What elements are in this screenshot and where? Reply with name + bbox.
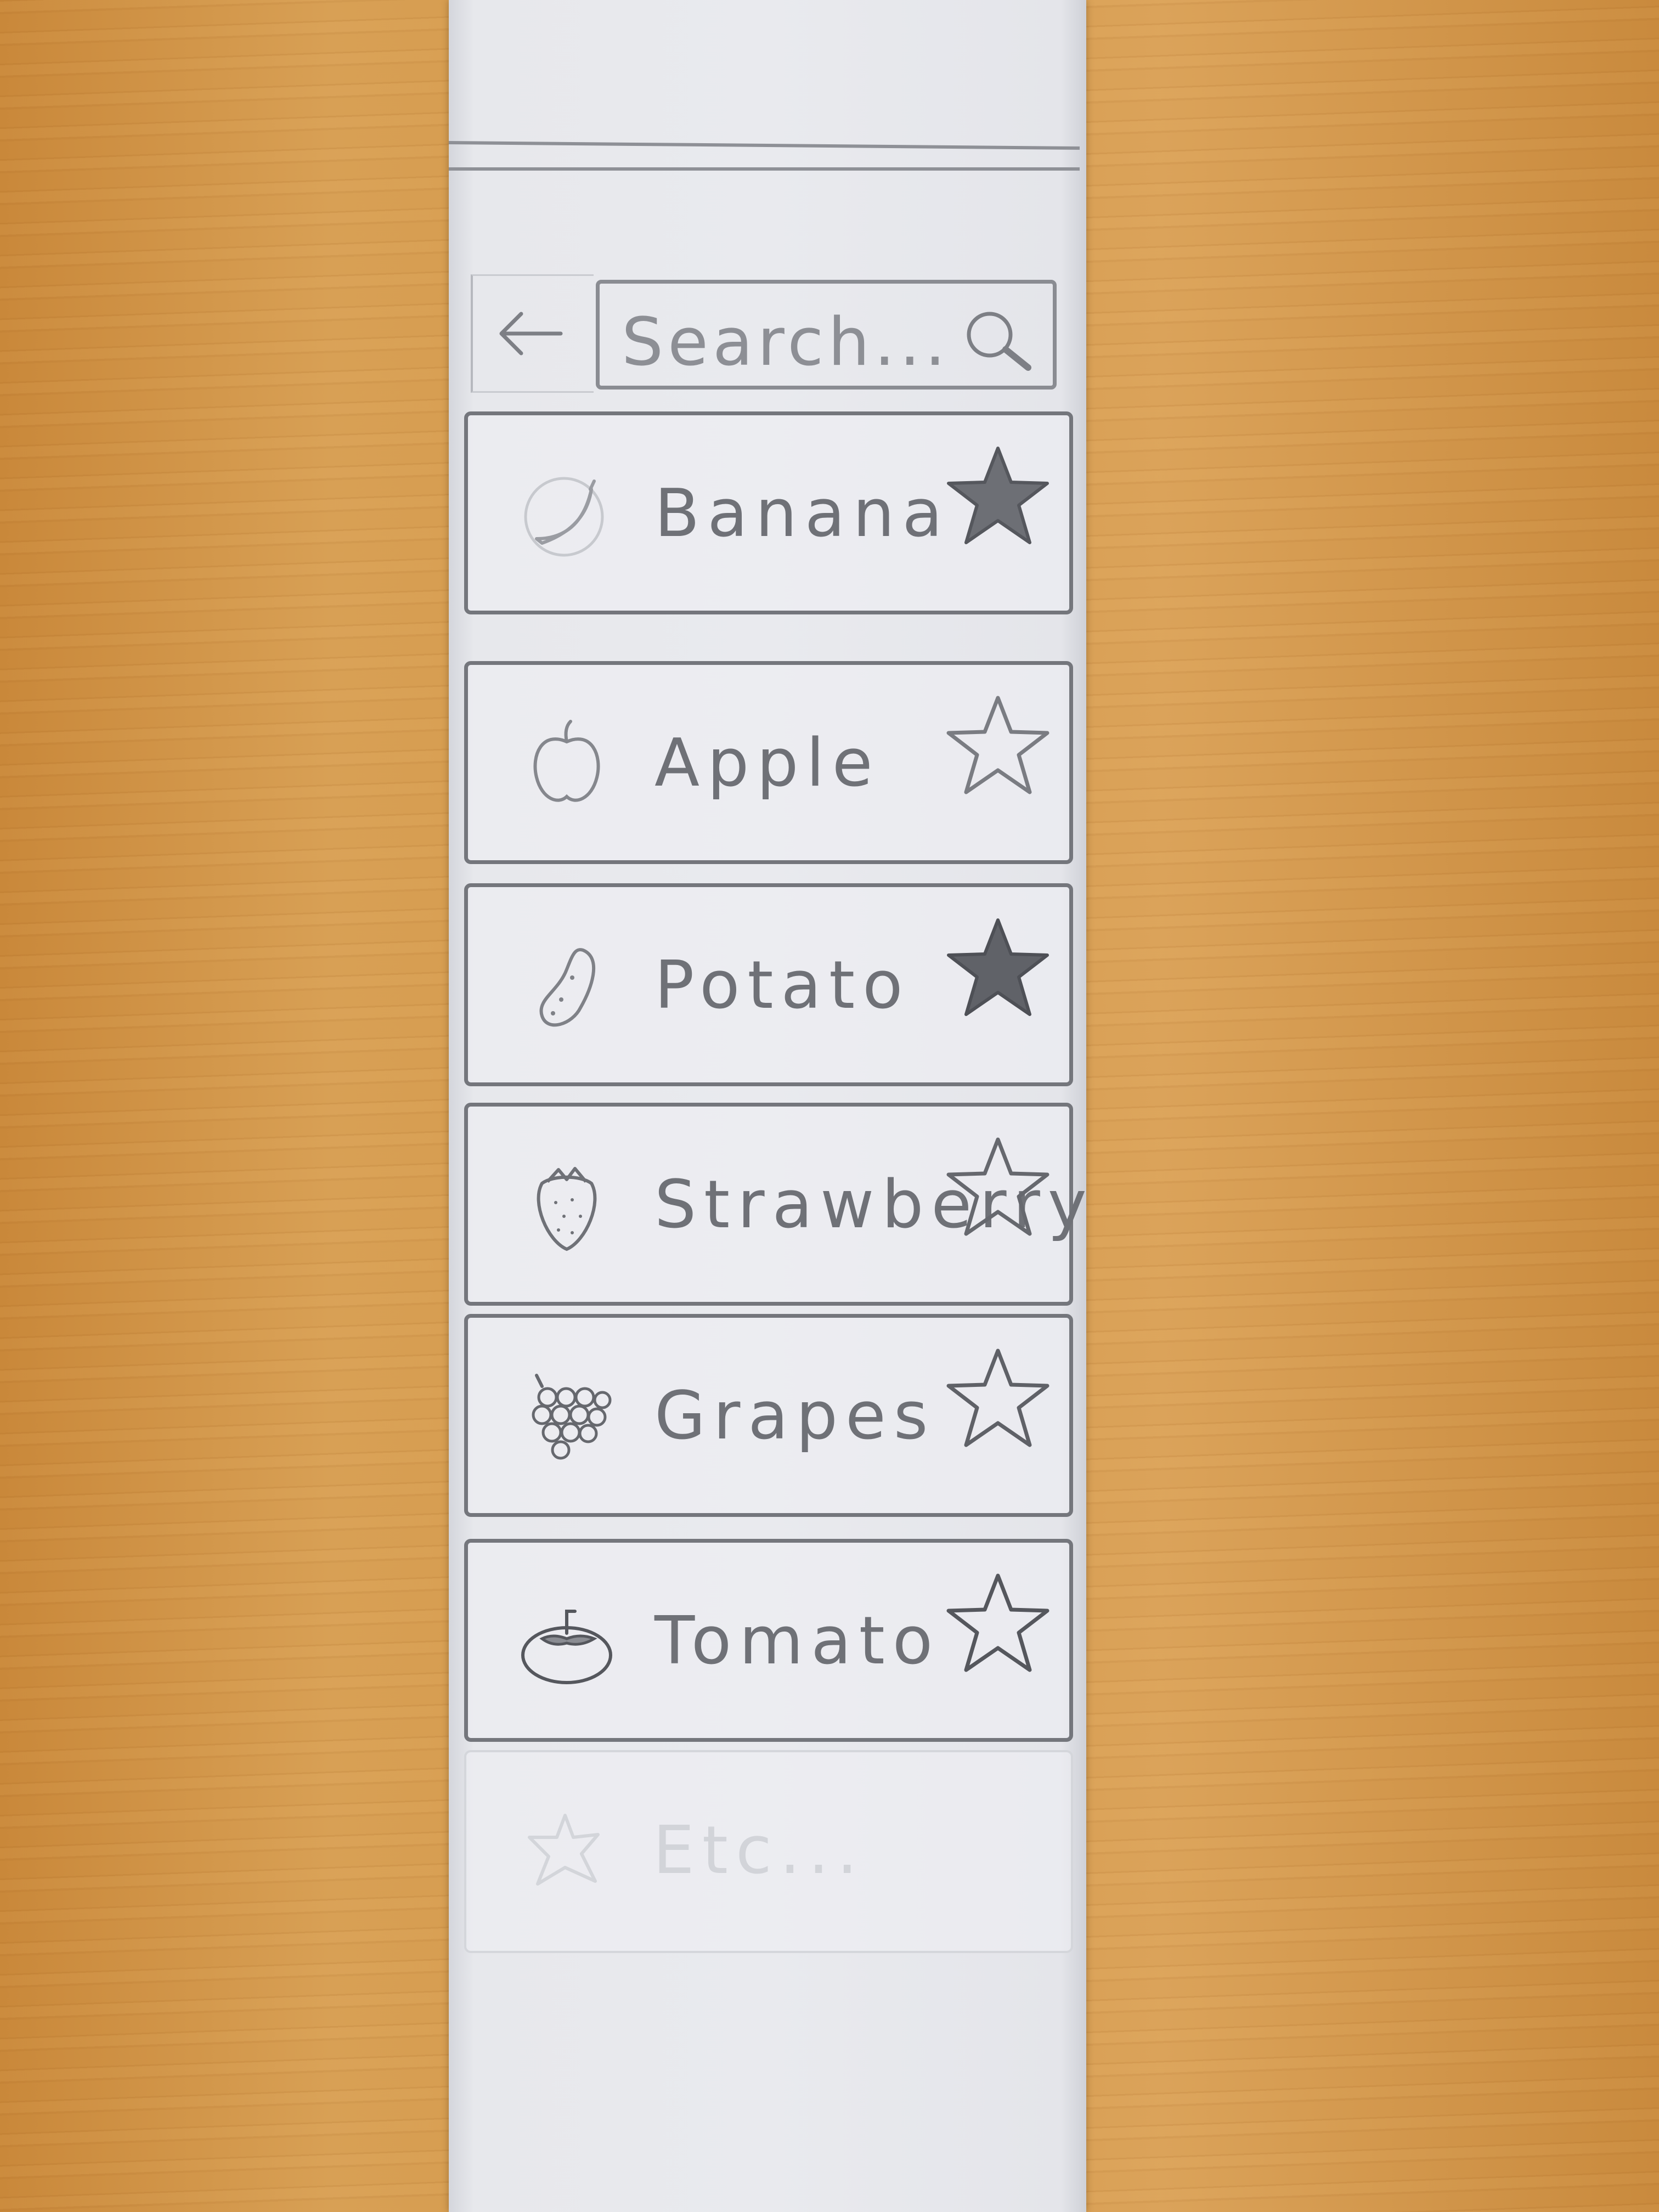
- apple-icon: [533, 720, 600, 802]
- list-item-tomato[interactable]: Tomato: [464, 1539, 1073, 1742]
- strawberry-icon: [537, 1167, 597, 1251]
- search-icon[interactable]: [960, 304, 1036, 376]
- potato-icon: [539, 948, 596, 1027]
- list-item-label: Tomato: [654, 1603, 941, 1679]
- header-divider: [448, 140, 1080, 150]
- generic-fruit-icon: [528, 1814, 600, 1886]
- list-item-apple[interactable]: Apple: [464, 661, 1073, 864]
- list-item-label: Potato: [654, 947, 911, 1024]
- favorite-star-icon-filled[interactable]: [943, 443, 1053, 552]
- list-item-strawberry[interactable]: Strawberry: [464, 1103, 1087, 1306]
- search-placeholder: Search...: [622, 304, 950, 381]
- grapes-icon: [532, 1374, 612, 1460]
- back-arrow-icon: [499, 312, 563, 356]
- header-divider: [449, 167, 1080, 171]
- app-header: [448, 0, 1080, 171]
- banana-icon: [524, 477, 604, 557]
- favorite-star-icon[interactable]: [943, 1570, 1053, 1680]
- search-row: Search...: [471, 274, 1085, 400]
- tomato-icon: [521, 1610, 612, 1684]
- favorite-star-icon[interactable]: [943, 1345, 1053, 1455]
- back-button[interactable]: [471, 274, 594, 393]
- favorite-star-icon-filled[interactable]: [943, 915, 1053, 1024]
- favorite-star-icon[interactable]: [943, 1134, 1053, 1244]
- list-item-label: Apple: [654, 725, 881, 802]
- list-item-grapes[interactable]: Grapes: [464, 1314, 1073, 1517]
- list-item-label: Banana: [654, 476, 951, 552]
- list-item-etc[interactable]: Etc...: [464, 1750, 1073, 1953]
- paper-prototype-screen: Search... Banana Apple Potato Strawberry…: [448, 0, 1087, 2212]
- list-item-label: Grapes: [654, 1378, 936, 1454]
- search-input[interactable]: Search...: [596, 280, 1057, 390]
- list-item-potato[interactable]: Potato: [464, 883, 1073, 1086]
- list-item-label: Etc...: [653, 1813, 866, 1889]
- favorite-star-icon[interactable]: [943, 692, 1053, 802]
- list-item-banana[interactable]: Banana: [464, 411, 1073, 614]
